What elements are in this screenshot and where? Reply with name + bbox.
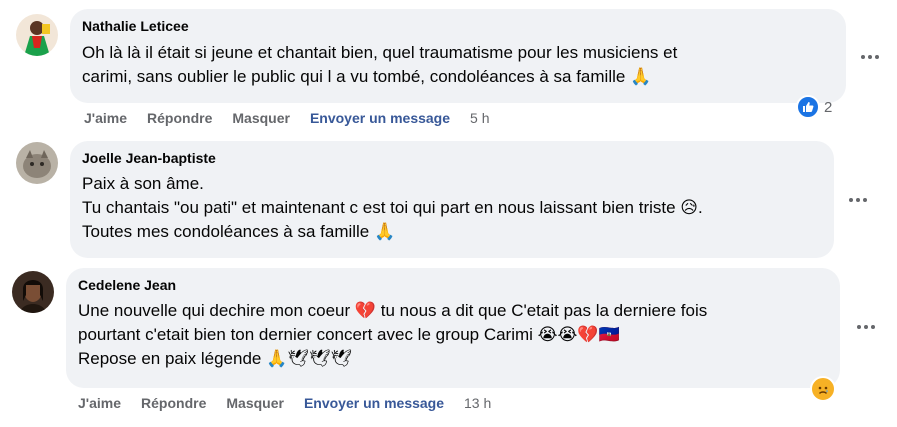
more-options-icon — [849, 198, 853, 202]
avatar[interactable] — [12, 271, 54, 313]
send-message-action[interactable]: Envoyer un message — [310, 110, 450, 126]
more-options-button[interactable] — [852, 313, 880, 341]
avatar[interactable] — [16, 14, 58, 56]
comment-author[interactable]: Joelle Jean-baptiste — [82, 149, 822, 167]
comment-text-line: Tu chantais "ou pati" et maintenant c es… — [82, 198, 703, 217]
comment-timestamp[interactable]: 5 h — [470, 110, 489, 126]
hide-action[interactable]: Masquer — [232, 110, 290, 126]
comment-text-line: Une nouvelle qui dechire mon coeur 💔 tu … — [78, 301, 708, 320]
reaction-summary[interactable]: 2 — [796, 95, 832, 119]
comment-bubble: Cedelene Jean Une nouvelle qui dechire m… — [66, 268, 840, 388]
comment-bubble: Nathalie Leticee Oh là là il était si je… — [70, 9, 846, 103]
more-options-button[interactable] — [856, 43, 884, 71]
comment-text-line: Paix à son âme. — [82, 174, 204, 193]
hide-action[interactable]: Masquer — [226, 395, 284, 411]
comment-bubble: Joelle Jean-baptiste Paix à son âme. Tu … — [70, 141, 834, 258]
like-action[interactable]: J'aime — [78, 395, 121, 411]
more-options-icon — [857, 325, 861, 329]
avatar[interactable] — [16, 142, 58, 184]
like-action[interactable]: J'aime — [84, 110, 127, 126]
more-options-icon — [861, 55, 865, 59]
like-reaction-icon — [796, 95, 820, 119]
comment-text-line: carimi, sans oublier le public qui l a v… — [82, 67, 652, 86]
reaction-summary[interactable] — [810, 376, 836, 402]
more-options-button[interactable] — [844, 186, 872, 214]
comment-author[interactable]: Cedelene Jean — [78, 276, 828, 294]
reaction-count: 2 — [824, 98, 833, 116]
reply-action[interactable]: Répondre — [147, 110, 212, 126]
reply-action[interactable]: Répondre — [141, 395, 206, 411]
comment-author[interactable]: Nathalie Leticee — [82, 17, 834, 35]
sad-reaction-icon — [810, 376, 836, 402]
send-message-action[interactable]: Envoyer un message — [304, 395, 444, 411]
comment-text-line: Repose en paix légende 🙏🕊🕊🕊 — [78, 349, 353, 368]
comment-text-line: pourtant c'etait bien ton dernier concer… — [78, 325, 620, 344]
comment-text-line: Toutes mes condoléances à sa famille 🙏 — [82, 222, 396, 241]
comment-actions: J'aime Répondre Masquer Envoyer un messa… — [78, 395, 491, 411]
comment-actions: J'aime Répondre Masquer Envoyer un messa… — [84, 110, 489, 126]
comment-text-line: Oh là là il était si jeune et chantait b… — [82, 43, 678, 62]
comment-timestamp[interactable]: 13 h — [464, 395, 491, 411]
